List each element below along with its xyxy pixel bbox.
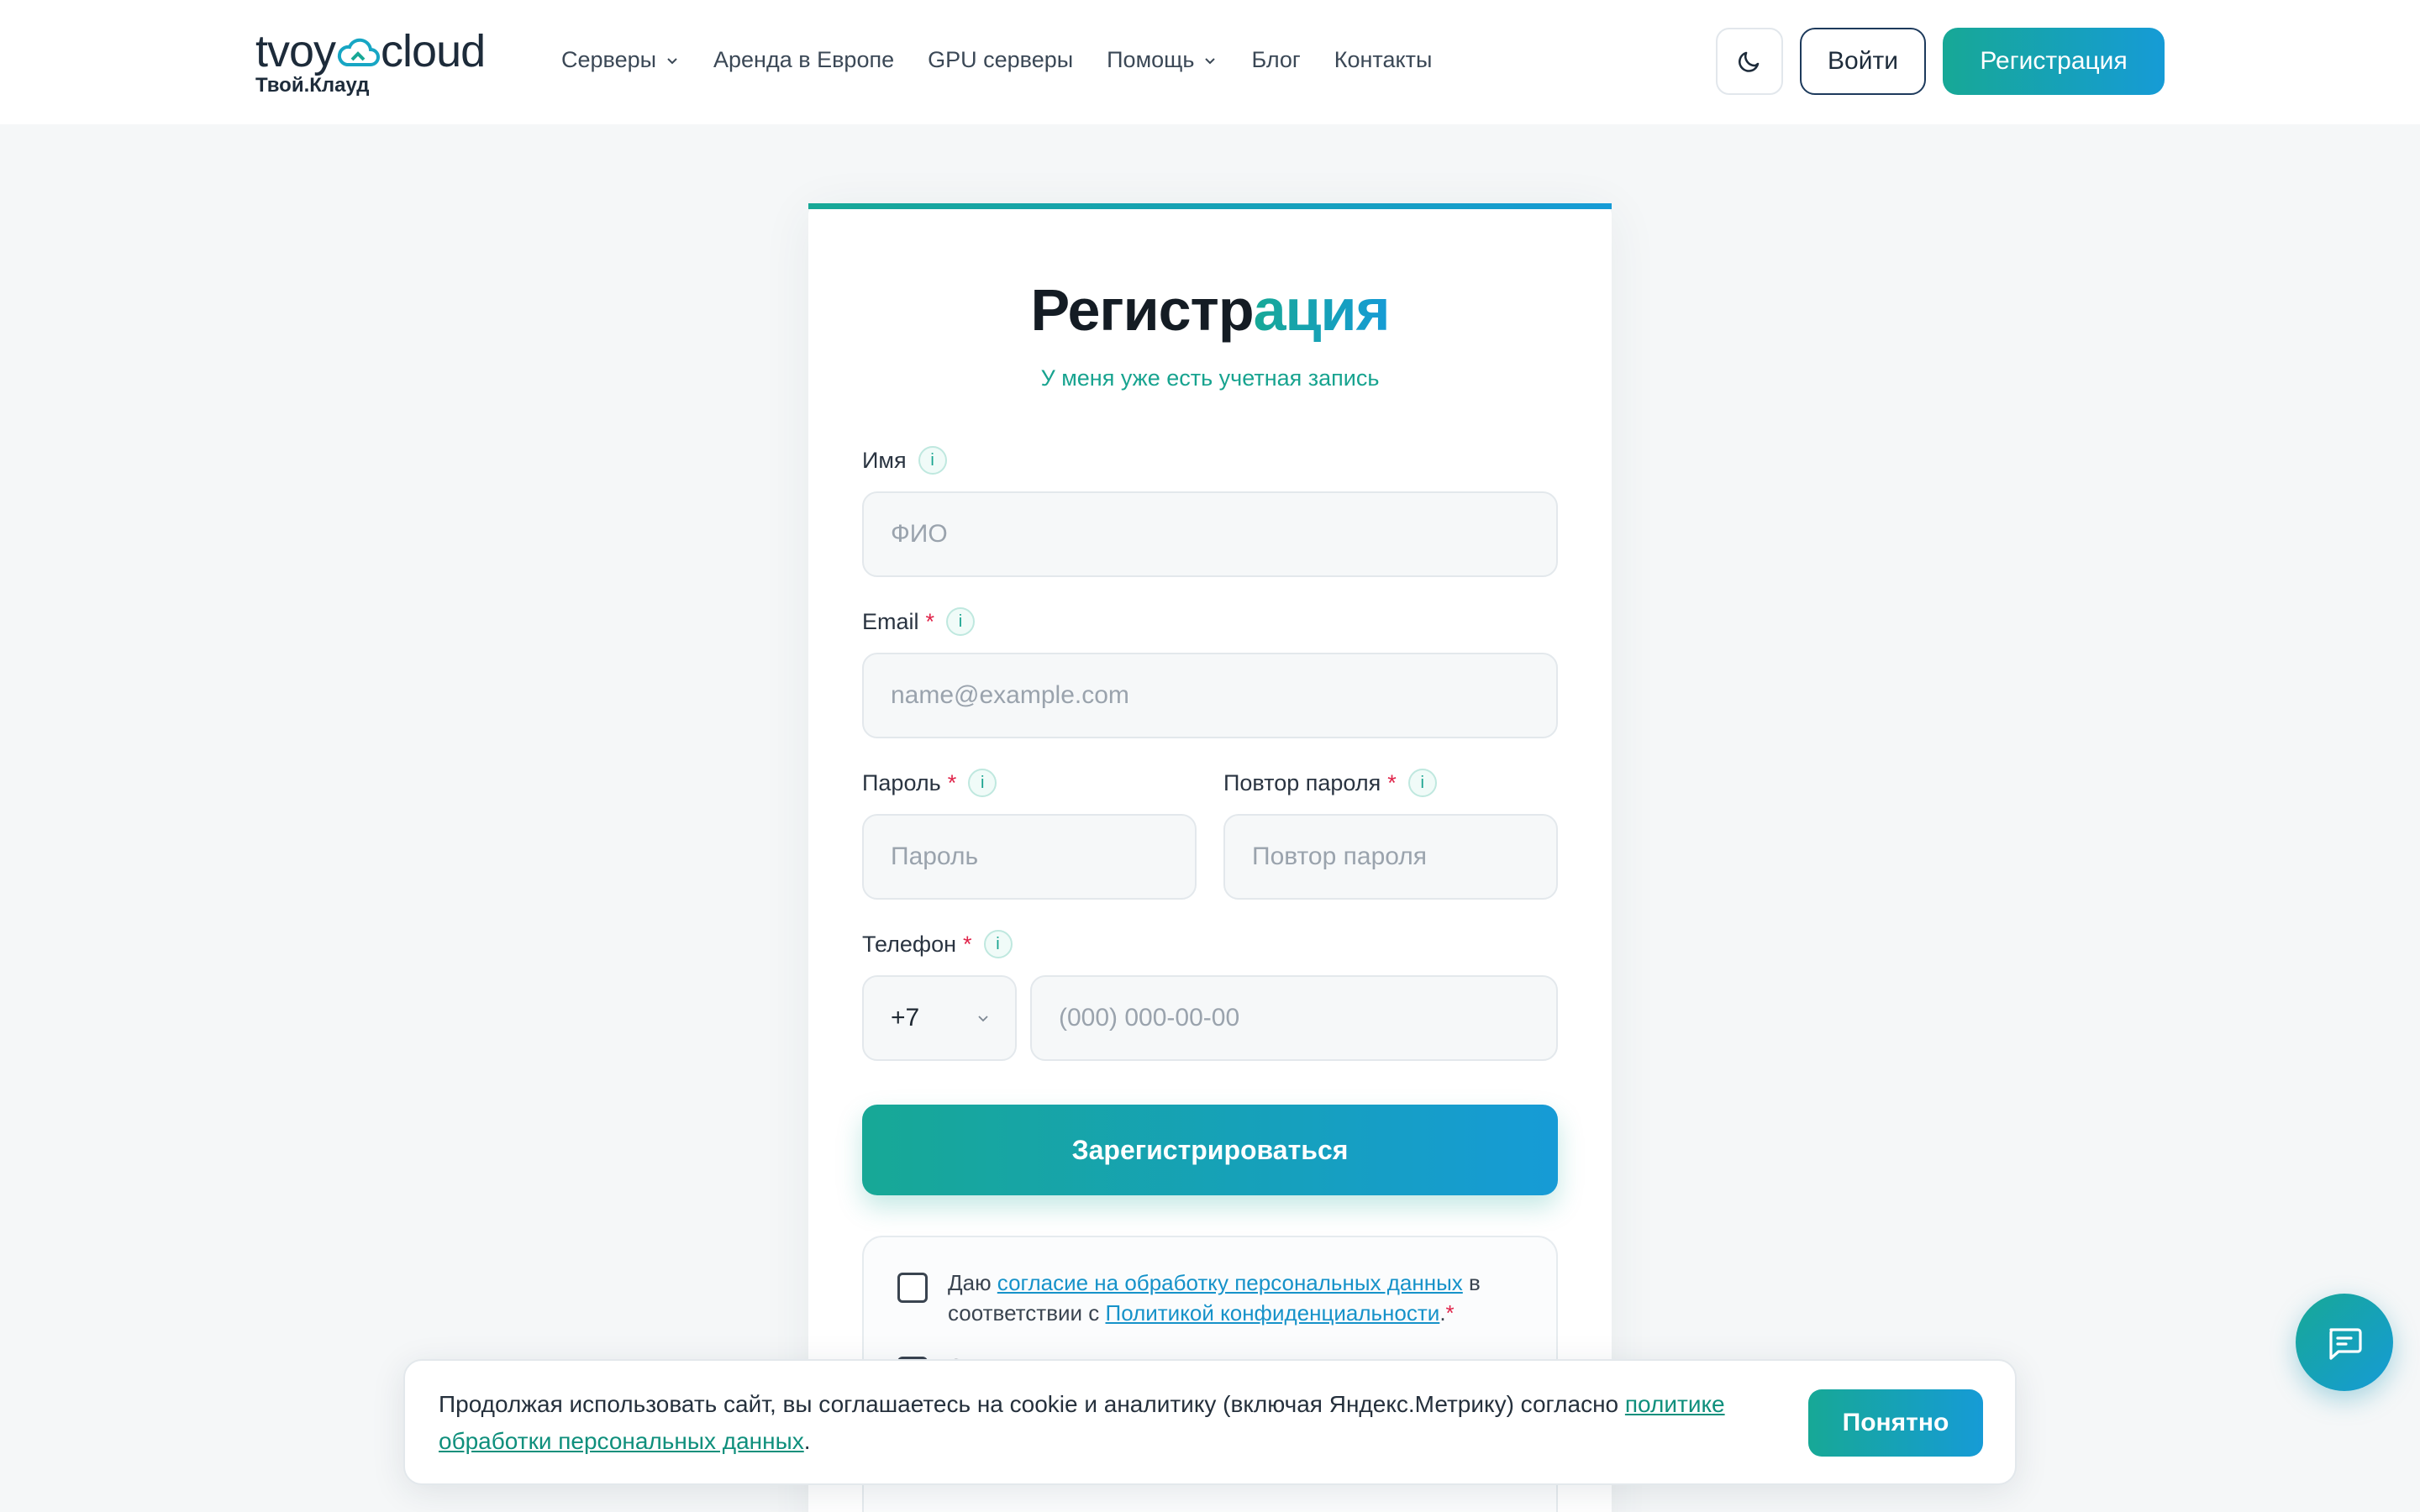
nav-servers[interactable]: Серверы <box>561 47 680 73</box>
phone-label-text: Телефон <box>862 931 957 957</box>
chevron-down-icon <box>667 57 677 64</box>
cookie-accept-button[interactable]: Понятно <box>1808 1389 1983 1457</box>
password-input[interactable] <box>862 814 1197 900</box>
chevron-down-icon <box>1205 57 1216 64</box>
info-icon[interactable]: i <box>946 607 976 636</box>
logo[interactable]: tvoy cloud Твой.Клауд <box>255 25 508 102</box>
registration-card: Регистрация У меня уже есть учетная запи… <box>808 203 1612 1512</box>
name-label-text: Имя <box>862 447 907 473</box>
phone-code-value: +7 <box>891 1004 920 1032</box>
main-nav: Серверы Аренда в Европе GPU серверы Помо… <box>561 47 1432 73</box>
email-input[interactable] <box>862 653 1558 738</box>
cookie-text-main: Продолжая использовать сайт, вы соглашае… <box>439 1391 1625 1417</box>
nav-gpu-label: GPU серверы <box>928 47 1074 72</box>
phone-label: Телефон * i <box>862 930 1013 958</box>
nav-servers-label: Серверы <box>561 47 657 72</box>
theme-toggle-button[interactable] <box>1716 28 1783 95</box>
nav-blog-label: Блог <box>1251 47 1301 72</box>
name-input[interactable] <box>862 491 1558 577</box>
info-icon[interactable]: i <box>968 769 997 797</box>
nav-gpu[interactable]: GPU серверы <box>928 47 1073 73</box>
consent-text-part: Даю <box>948 1270 997 1295</box>
chat-icon <box>2329 1328 2362 1360</box>
info-icon[interactable]: i <box>983 930 1013 958</box>
nav-contacts-label: Контакты <box>1334 47 1433 72</box>
logo-text-part1: tvoy <box>255 26 336 76</box>
nav-help-label: Помощь <box>1107 47 1195 72</box>
phone-code-select[interactable]: +7 <box>862 975 1017 1061</box>
info-icon[interactable]: i <box>918 446 947 475</box>
required-mark: * <box>963 931 972 957</box>
page-title: Регистрация <box>808 276 1612 344</box>
cookie-text: Продолжая использовать сайт, вы соглашае… <box>439 1386 1733 1460</box>
required-mark: * <box>925 608 935 634</box>
cookie-text-end: . <box>803 1428 811 1454</box>
password-repeat-input[interactable] <box>1223 814 1558 900</box>
consent-text-part: . <box>1439 1300 1446 1326</box>
consent-personal-data: Даю согласие на обработку персональных д… <box>897 1268 1536 1328</box>
required-mark: * <box>1445 1300 1455 1326</box>
logo-wordmark: tvoy cloud <box>255 25 486 77</box>
name-label: Имя i <box>862 446 947 475</box>
required-mark: * <box>1387 769 1397 795</box>
nav-europe[interactable]: Аренда в Европе <box>713 47 894 73</box>
login-button[interactable]: Войти <box>1800 28 1926 95</box>
phone-input[interactable] <box>1030 975 1558 1061</box>
email-label: Email * i <box>862 607 976 636</box>
chevron-down-icon <box>978 1016 988 1022</box>
password-label-text: Пароль <box>862 769 941 795</box>
consent-checkbox[interactable] <box>897 1273 928 1303</box>
title-part1: Регистр <box>1030 277 1255 343</box>
submit-register-button[interactable]: Зарегистрироваться <box>862 1105 1558 1195</box>
privacy-policy-link[interactable]: Политикой конфиденциальности <box>1106 1300 1440 1326</box>
password-repeat-label: Повтор пароля * i <box>1223 769 1437 797</box>
cloud-icon <box>337 38 381 66</box>
site-header: tvoy cloud Твой.Клауд Серверы Аренда в Ев… <box>0 0 2420 124</box>
consent-text: Даю согласие на обработку персональных д… <box>948 1268 1536 1328</box>
title-part2: ация <box>1253 277 1391 343</box>
info-icon[interactable]: i <box>1407 769 1437 797</box>
logo-text-part2: cloud <box>381 26 486 76</box>
cookie-banner: Продолжая использовать сайт, вы соглашае… <box>403 1359 2017 1485</box>
password-repeat-label-text: Повтор пароля <box>1223 769 1381 795</box>
existing-account-link[interactable]: У меня уже есть учетная запись <box>808 365 1612 391</box>
logo-subtitle: Твой.Клауд <box>255 74 370 97</box>
consent-link[interactable]: согласие на обработку персональных данны… <box>997 1270 1463 1295</box>
password-label: Пароль * i <box>862 769 997 797</box>
email-label-text: Email <box>862 608 919 634</box>
register-button[interactable]: Регистрация <box>1943 28 2165 95</box>
chat-button[interactable] <box>2296 1294 2393 1391</box>
nav-help[interactable]: Помощь <box>1107 47 1218 73</box>
nav-contacts[interactable]: Контакты <box>1334 47 1433 73</box>
required-mark: * <box>947 769 957 795</box>
nav-blog[interactable]: Блог <box>1251 47 1300 73</box>
moon-icon <box>1739 51 1760 72</box>
nav-europe-label: Аренда в Европе <box>713 47 895 72</box>
